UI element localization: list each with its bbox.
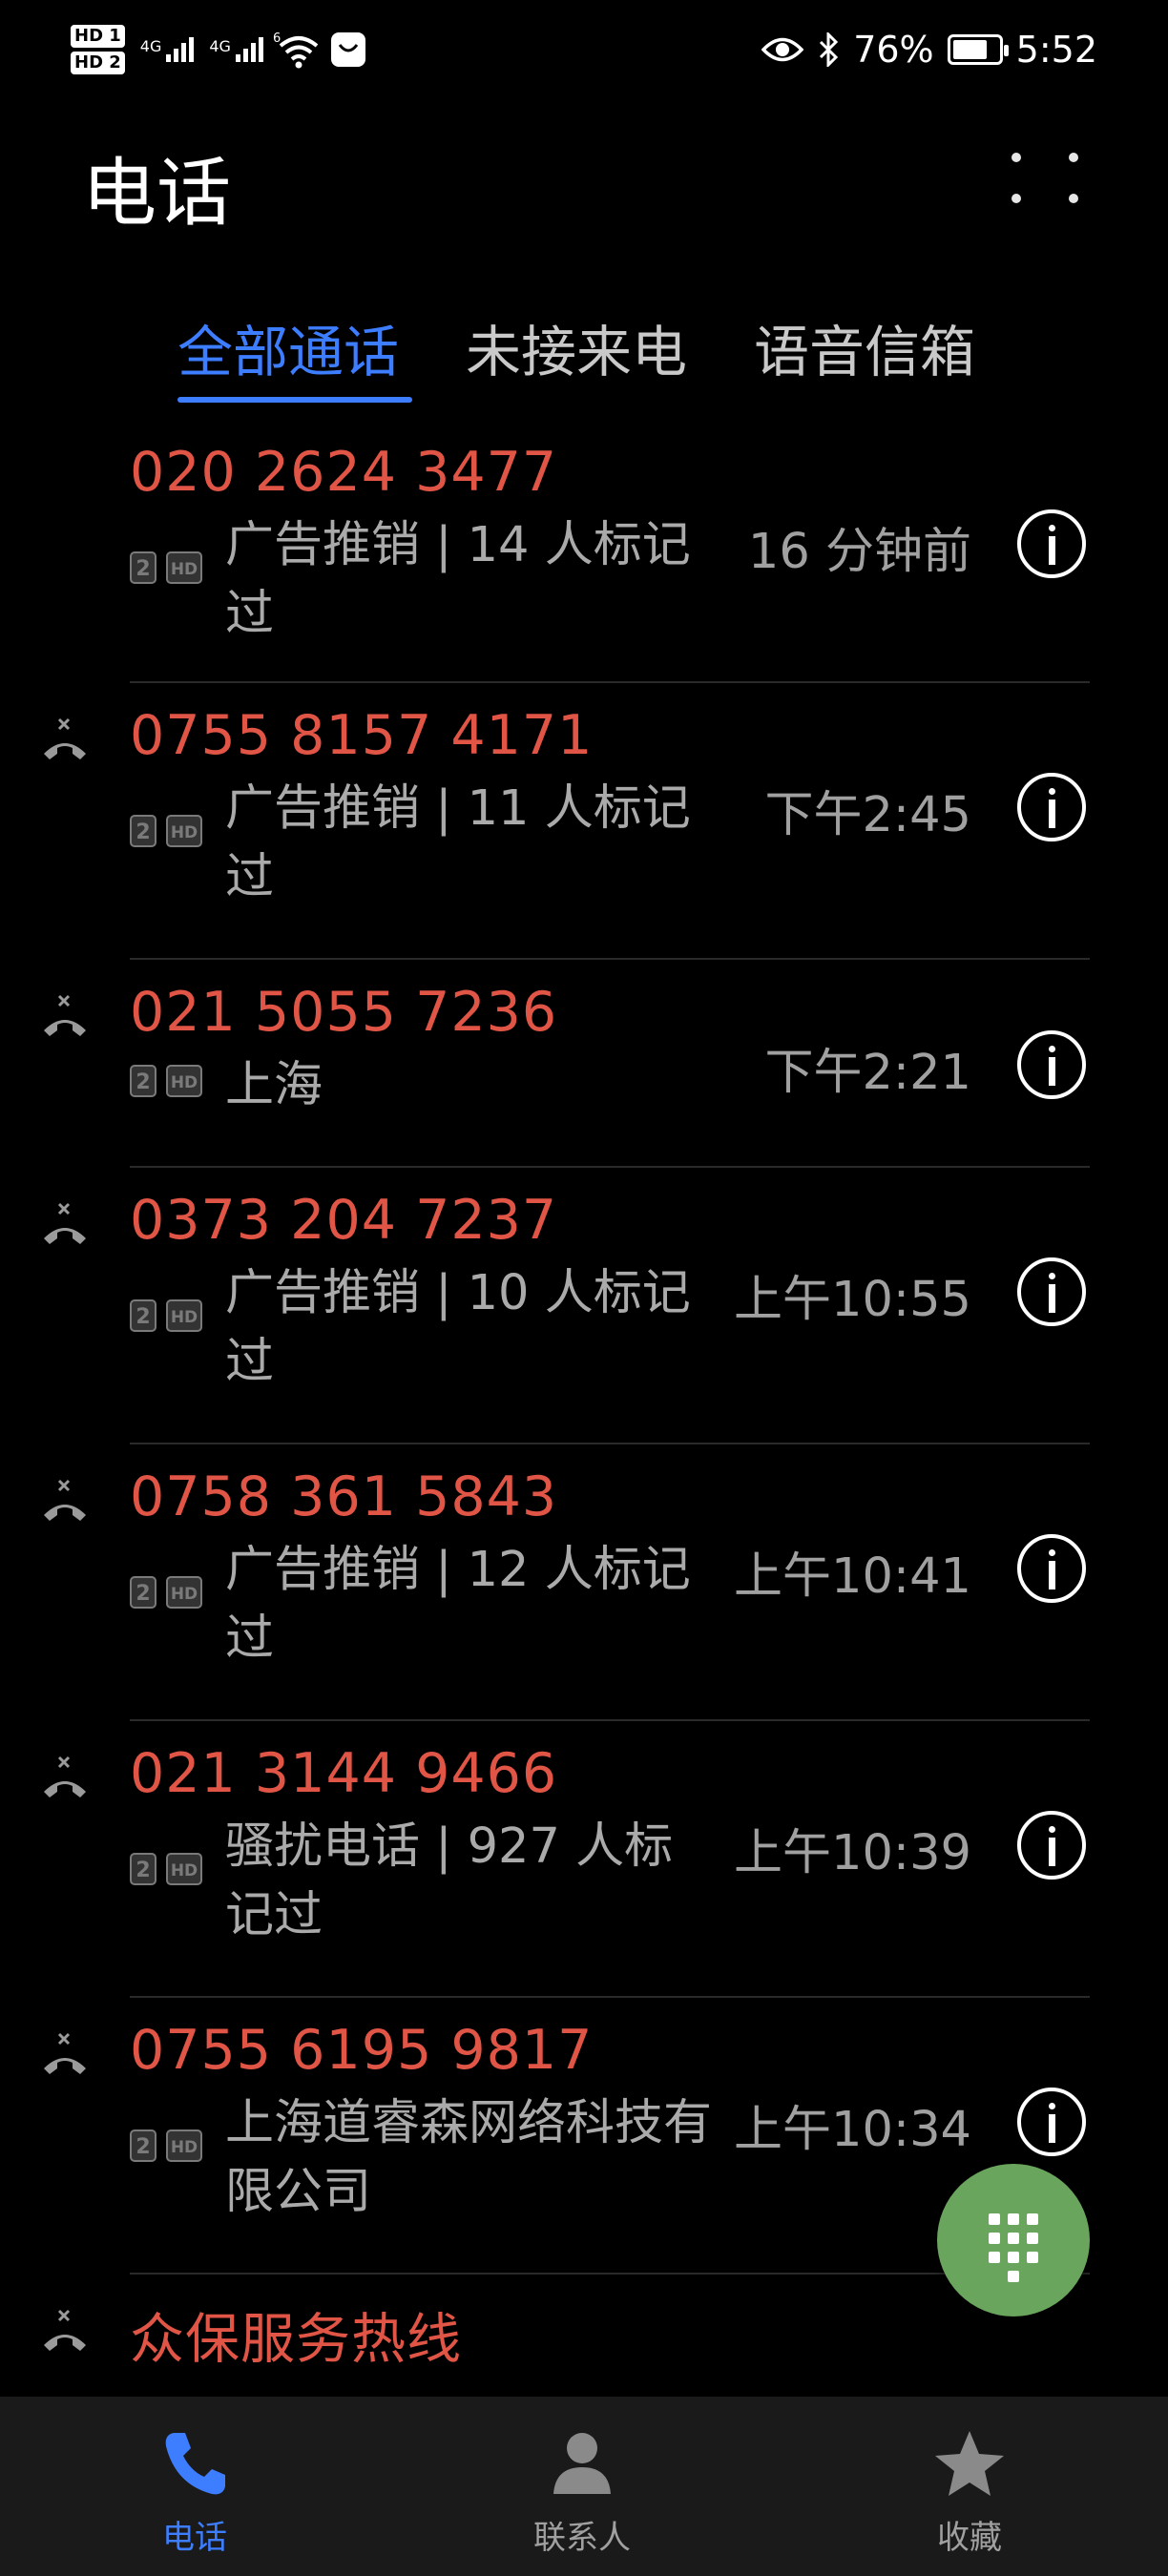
hd-badge: HD [166,1299,202,1332]
call-info-icon[interactable] [1017,509,1086,578]
notification-icon [330,32,365,67]
caller-number: 020 2624 3477 [130,441,558,504]
call-time: 下午2:21 [764,1045,971,1101]
caller-description: 广告推销 | 12 人标记过 [225,1542,691,1667]
call-row[interactable]: 0755 8157 4171 2 HD 广告推销 | 11 人标记过 下午2:45 [0,683,1168,960]
missed-call-icon [44,994,86,1036]
hd-badge: HD [166,2129,202,2162]
person-icon [553,2433,611,2494]
call-info-icon[interactable] [1017,1030,1086,1099]
sim-hd-badges: 2 HD [130,551,202,584]
caller-description: 骚扰电话 | 927 人标记过 [225,1818,674,1943]
dialpad-icon [989,2213,1038,2282]
sim1-indicator: HD 1 [71,25,125,48]
call-row[interactable]: 0758 361 5843 2 HD 广告推销 | 12 人标记过 上午10:41 [0,1444,1168,1721]
page-title: 电话 [82,151,232,237]
caller-description: 上海道睿森网络科技有限公司 [225,2095,713,2220]
caller-number: 0755 6195 9817 [130,2019,594,2082]
hd-badge: HD [166,815,202,847]
caller-number: 众保服务热线 [130,2308,462,2371]
call-row[interactable]: 021 3144 9466 2 HD 骚扰电话 | 927 人标记过 上午10:39 [0,1721,1168,1998]
sim2-indicator: HD 2 [71,52,125,74]
caller-description: 广告推销 | 11 人标记过 [225,780,691,905]
hd-badge: HD [166,1853,202,1885]
active-tab-indicator [177,397,412,403]
sim-hd-badges: 2 HD [130,1853,202,1885]
caller-number: 021 5055 7236 [130,981,558,1044]
missed-call-icon [44,1202,86,1244]
nav-contacts[interactable]: 联系人 [487,2425,678,2558]
missed-call-icon [44,1755,86,1797]
tab-bar: 全部通话 未接来电 语音信箱 [0,307,1168,412]
missed-call-icon [44,2032,86,2074]
sim-badge: 2 [130,815,156,847]
missed-call-icon [44,1479,86,1521]
call-row[interactable]: 021 5055 7236 2 HD 上海 下午2:21 [0,960,1168,1168]
nav-favorites[interactable]: 收藏 [874,2425,1065,2558]
call-info-icon[interactable] [1017,1534,1086,1603]
nav-phone[interactable]: 电话 [99,2425,290,2558]
sim-badge: 2 [130,1299,156,1332]
more-options-icon[interactable] [1012,153,1088,210]
caller-description: 广告推销 | 14 人标记过 [225,517,691,642]
caller-number: 0755 8157 4171 [130,704,594,767]
sim-hd-badges: 2 HD [130,815,202,847]
caller-description: 广告推销 | 10 人标记过 [225,1265,691,1390]
sim-badge: 2 [130,1853,156,1885]
sim-badge: 2 [130,1065,156,1097]
bluetooth-icon [820,32,839,67]
call-time: 上午10:34 [734,2102,971,2158]
tab-voicemail[interactable]: 语音信箱 [754,307,975,387]
call-info-icon[interactable] [1017,2088,1086,2156]
eye-icon [761,37,804,62]
phone-icon [165,2433,225,2495]
call-time: 上午10:55 [734,1272,971,1328]
bottom-nav: 电话 联系人 收藏 [0,2397,1168,2576]
tab-all-calls[interactable]: 全部通话 [177,307,399,387]
call-time: 下午2:45 [764,787,971,843]
sim-badge: 2 [130,1576,156,1609]
call-time: 上午10:39 [734,1825,971,1881]
call-info-icon[interactable] [1017,1811,1086,1880]
missed-call-icon [44,2309,86,2351]
sim-hd-badges: 2 HD [130,1299,202,1332]
dialpad-button[interactable] [937,2164,1090,2316]
sim-hd-badges: 2 HD [130,1065,202,1097]
hd-badge: HD [166,1576,202,1609]
sim-badge: 2 [130,2129,156,2162]
call-row[interactable]: 0373 204 7237 2 HD 广告推销 | 10 人标记过 上午10:55 [0,1168,1168,1444]
hd-badge: HD [166,1065,202,1097]
svg-text:6: 6 [273,31,281,46]
missed-call-icon [44,717,86,759]
wifi-icon: 6 [273,31,319,69]
sim-hd-badges: 2 HD [130,2129,202,2162]
star-icon [935,2431,1004,2496]
caller-number: 021 3144 9466 [130,1742,558,1805]
status-bar: HD 1 HD 2 4G 4G 6 76% 5:52 [0,0,1168,114]
call-info-icon[interactable] [1017,1257,1086,1326]
tab-missed-calls[interactable]: 未接来电 [466,307,687,387]
caller-number: 0758 361 5843 [130,1465,558,1528]
call-time: 16 分钟前 [747,524,971,580]
battery-icon [947,34,1009,65]
signal-icon: 4G [209,37,263,62]
clock: 5:52 [1015,29,1097,71]
call-time: 上午10:41 [734,1548,971,1605]
sim-badge: 2 [130,551,156,584]
signal-icon: 4G [140,37,195,62]
battery-percent: 76% [853,29,934,71]
sim-hd-badges: 2 HD [130,1576,202,1609]
call-row[interactable]: 020 2624 3477 2 HD 广告推销 | 14 人标记过 16 分钟前 [0,420,1168,683]
caller-number: 0373 204 7237 [130,1189,558,1252]
call-info-icon[interactable] [1017,773,1086,841]
caller-description: 上海 [225,1057,323,1113]
hd-badge: HD [166,551,202,584]
